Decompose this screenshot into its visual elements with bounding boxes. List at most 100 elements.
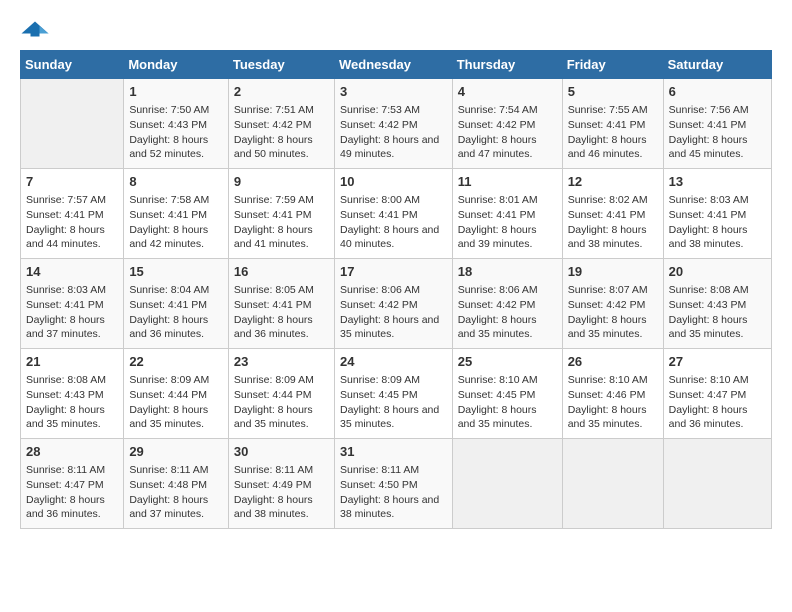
day-number: 18 [458, 263, 557, 281]
sunrise-text: Sunrise: 8:01 AM [458, 194, 538, 206]
sunset-text: Sunset: 4:43 PM [129, 119, 207, 131]
sunrise-text: Sunrise: 7:51 AM [234, 104, 314, 116]
day-number: 13 [669, 173, 766, 191]
day-header-thursday: Thursday [452, 51, 562, 79]
sunset-text: Sunset: 4:42 PM [458, 299, 536, 311]
cell-content: Sunrise: 7:58 AM Sunset: 4:41 PM Dayligh… [129, 193, 223, 252]
daylight-text: Daylight: 8 hours and 35 minutes. [340, 314, 439, 341]
calendar-week-5: 28 Sunrise: 8:11 AM Sunset: 4:47 PM Dayl… [21, 439, 772, 529]
calendar-week-2: 7 Sunrise: 7:57 AM Sunset: 4:41 PM Dayli… [21, 169, 772, 259]
daylight-text: Daylight: 8 hours and 35 minutes. [568, 404, 647, 431]
daylight-text: Daylight: 8 hours and 49 minutes. [340, 134, 439, 161]
calendar-cell: 1 Sunrise: 7:50 AM Sunset: 4:43 PM Dayli… [124, 79, 229, 169]
daylight-text: Daylight: 8 hours and 46 minutes. [568, 134, 647, 161]
daylight-text: Daylight: 8 hours and 35 minutes. [340, 404, 439, 431]
sunset-text: Sunset: 4:47 PM [26, 479, 104, 491]
cell-content: Sunrise: 8:08 AM Sunset: 4:43 PM Dayligh… [669, 283, 766, 342]
sunrise-text: Sunrise: 7:53 AM [340, 104, 420, 116]
day-header-wednesday: Wednesday [334, 51, 452, 79]
cell-content: Sunrise: 7:55 AM Sunset: 4:41 PM Dayligh… [568, 103, 658, 162]
daylight-text: Daylight: 8 hours and 52 minutes. [129, 134, 208, 161]
calendar-cell: 15 Sunrise: 8:04 AM Sunset: 4:41 PM Dayl… [124, 259, 229, 349]
sunset-text: Sunset: 4:46 PM [568, 389, 646, 401]
calendar-cell: 25 Sunrise: 8:10 AM Sunset: 4:45 PM Dayl… [452, 349, 562, 439]
day-number: 12 [568, 173, 658, 191]
calendar-cell: 20 Sunrise: 8:08 AM Sunset: 4:43 PM Dayl… [663, 259, 771, 349]
calendar-cell: 4 Sunrise: 7:54 AM Sunset: 4:42 PM Dayli… [452, 79, 562, 169]
day-number: 9 [234, 173, 329, 191]
calendar-cell: 24 Sunrise: 8:09 AM Sunset: 4:45 PM Dayl… [334, 349, 452, 439]
calendar-cell: 29 Sunrise: 8:11 AM Sunset: 4:48 PM Dayl… [124, 439, 229, 529]
calendar-table: SundayMondayTuesdayWednesdayThursdayFrid… [20, 50, 772, 529]
day-number: 14 [26, 263, 118, 281]
cell-content: Sunrise: 8:11 AM Sunset: 4:50 PM Dayligh… [340, 463, 447, 522]
day-number: 3 [340, 83, 447, 101]
sunrise-text: Sunrise: 8:11 AM [340, 464, 419, 476]
sunset-text: Sunset: 4:45 PM [340, 389, 418, 401]
day-number: 16 [234, 263, 329, 281]
day-number: 26 [568, 353, 658, 371]
daylight-text: Daylight: 8 hours and 38 minutes. [669, 224, 748, 251]
day-number: 27 [669, 353, 766, 371]
calendar-cell: 11 Sunrise: 8:01 AM Sunset: 4:41 PM Dayl… [452, 169, 562, 259]
day-header-saturday: Saturday [663, 51, 771, 79]
sunrise-text: Sunrise: 8:11 AM [129, 464, 208, 476]
calendar-cell: 28 Sunrise: 8:11 AM Sunset: 4:47 PM Dayl… [21, 439, 124, 529]
sunrise-text: Sunrise: 8:11 AM [26, 464, 105, 476]
daylight-text: Daylight: 8 hours and 36 minutes. [234, 314, 313, 341]
cell-content: Sunrise: 8:10 AM Sunset: 4:47 PM Dayligh… [669, 373, 766, 432]
day-header-sunday: Sunday [21, 51, 124, 79]
daylight-text: Daylight: 8 hours and 40 minutes. [340, 224, 439, 251]
day-number: 29 [129, 443, 223, 461]
sunset-text: Sunset: 4:48 PM [129, 479, 207, 491]
sunset-text: Sunset: 4:41 PM [568, 119, 646, 131]
cell-content: Sunrise: 8:08 AM Sunset: 4:43 PM Dayligh… [26, 373, 118, 432]
sunrise-text: Sunrise: 8:11 AM [234, 464, 313, 476]
calendar-cell: 9 Sunrise: 7:59 AM Sunset: 4:41 PM Dayli… [228, 169, 334, 259]
day-number: 15 [129, 263, 223, 281]
daylight-text: Daylight: 8 hours and 36 minutes. [669, 404, 748, 431]
sunrise-text: Sunrise: 8:09 AM [129, 374, 209, 386]
daylight-text: Daylight: 8 hours and 37 minutes. [129, 494, 208, 521]
day-number: 30 [234, 443, 329, 461]
cell-content: Sunrise: 8:11 AM Sunset: 4:47 PM Dayligh… [26, 463, 118, 522]
sunrise-text: Sunrise: 7:50 AM [129, 104, 209, 116]
sunset-text: Sunset: 4:43 PM [669, 299, 747, 311]
sunrise-text: Sunrise: 8:09 AM [234, 374, 314, 386]
daylight-text: Daylight: 8 hours and 37 minutes. [26, 314, 105, 341]
cell-content: Sunrise: 8:06 AM Sunset: 4:42 PM Dayligh… [458, 283, 557, 342]
sunset-text: Sunset: 4:45 PM [458, 389, 536, 401]
cell-content: Sunrise: 7:51 AM Sunset: 4:42 PM Dayligh… [234, 103, 329, 162]
cell-content: Sunrise: 8:10 AM Sunset: 4:46 PM Dayligh… [568, 373, 658, 432]
sunrise-text: Sunrise: 8:03 AM [669, 194, 749, 206]
calendar-cell: 8 Sunrise: 7:58 AM Sunset: 4:41 PM Dayli… [124, 169, 229, 259]
cell-content: Sunrise: 7:56 AM Sunset: 4:41 PM Dayligh… [669, 103, 766, 162]
cell-content: Sunrise: 8:00 AM Sunset: 4:41 PM Dayligh… [340, 193, 447, 252]
daylight-text: Daylight: 8 hours and 35 minutes. [129, 404, 208, 431]
cell-content: Sunrise: 7:54 AM Sunset: 4:42 PM Dayligh… [458, 103, 557, 162]
sunset-text: Sunset: 4:43 PM [26, 389, 104, 401]
daylight-text: Daylight: 8 hours and 35 minutes. [568, 314, 647, 341]
sunset-text: Sunset: 4:41 PM [26, 209, 104, 221]
calendar-cell: 2 Sunrise: 7:51 AM Sunset: 4:42 PM Dayli… [228, 79, 334, 169]
day-number: 5 [568, 83, 658, 101]
sunrise-text: Sunrise: 8:10 AM [458, 374, 538, 386]
sunrise-text: Sunrise: 7:59 AM [234, 194, 314, 206]
sunset-text: Sunset: 4:41 PM [458, 209, 536, 221]
cell-content: Sunrise: 8:09 AM Sunset: 4:44 PM Dayligh… [234, 373, 329, 432]
day-number: 22 [129, 353, 223, 371]
cell-content: Sunrise: 8:04 AM Sunset: 4:41 PM Dayligh… [129, 283, 223, 342]
daylight-text: Daylight: 8 hours and 50 minutes. [234, 134, 313, 161]
sunrise-text: Sunrise: 8:09 AM [340, 374, 420, 386]
calendar-cell: 19 Sunrise: 8:07 AM Sunset: 4:42 PM Dayl… [562, 259, 663, 349]
daylight-text: Daylight: 8 hours and 42 minutes. [129, 224, 208, 251]
daylight-text: Daylight: 8 hours and 38 minutes. [568, 224, 647, 251]
day-number: 11 [458, 173, 557, 191]
day-header-tuesday: Tuesday [228, 51, 334, 79]
daylight-text: Daylight: 8 hours and 45 minutes. [669, 134, 748, 161]
sunrise-text: Sunrise: 8:08 AM [26, 374, 106, 386]
calendar-week-1: 1 Sunrise: 7:50 AM Sunset: 4:43 PM Dayli… [21, 79, 772, 169]
sunrise-text: Sunrise: 8:03 AM [26, 284, 106, 296]
sunset-text: Sunset: 4:44 PM [129, 389, 207, 401]
calendar-cell: 23 Sunrise: 8:09 AM Sunset: 4:44 PM Dayl… [228, 349, 334, 439]
